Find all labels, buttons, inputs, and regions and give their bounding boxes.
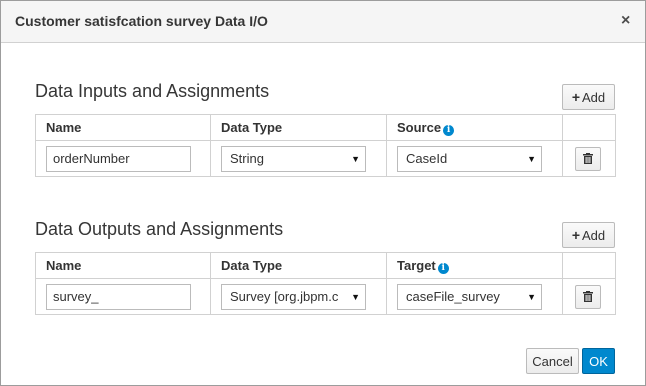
dialog-header: Customer satisfcation survey Data I/O × <box>1 1 645 43</box>
cancel-button[interactable]: Cancel <box>526 348 579 374</box>
outputs-section-title: Data Outputs and Assignments <box>35 219 284 239</box>
trash-icon <box>583 153 593 164</box>
close-icon[interactable]: × <box>621 12 630 30</box>
outputs-col-data-type: Data Type <box>210 252 387 279</box>
output-data-type-value: Survey [org.jbpm.c <box>230 288 339 304</box>
outputs-header-row: Name Data Type Target i <box>35 252 616 279</box>
output-target-value: caseFile_survey <box>406 288 500 304</box>
caret-down-icon: ▼ <box>524 146 536 171</box>
outputs-col-actions <box>562 252 616 279</box>
output-target-select[interactable]: caseFile_survey ▼ <box>397 283 542 310</box>
inputs-col-data-type: Data Type <box>210 114 387 141</box>
output-data-type-select[interactable]: Survey [org.jbpm.c ▼ <box>221 283 366 310</box>
input-source-value: CaseId <box>406 150 448 166</box>
inputs-col-actions <box>562 114 616 141</box>
add-input-label: Add <box>582 89 606 105</box>
inputs-section-title: Data Inputs and Assignments <box>35 81 270 101</box>
plus-icon: + <box>571 89 581 105</box>
info-icon[interactable]: i <box>437 262 449 274</box>
info-icon[interactable]: i <box>443 124 455 136</box>
inputs-header-row: Name Data Type Source i <box>35 114 616 141</box>
caret-down-icon: ▼ <box>524 284 536 309</box>
dialog-title: Customer satisfcation survey Data I/O <box>15 13 268 29</box>
input-data-type-select[interactable]: String ▼ <box>221 145 366 172</box>
delete-output-button[interactable] <box>575 284 601 309</box>
outputs-table: Name Data Type Targeti Survey [org.jbpm.… <box>35 252 616 315</box>
table-row: Survey [org.jbpm.c ▼ caseFile_survey ▼ <box>35 278 616 315</box>
data-io-dialog: Customer satisfcation survey Data I/O × … <box>0 0 646 386</box>
input-name-field[interactable] <box>46 145 191 172</box>
outputs-col-target: Target i <box>386 252 563 279</box>
inputs-col-name: Name <box>35 114 211 141</box>
output-name-field[interactable] <box>46 283 191 310</box>
trash-icon <box>583 291 593 302</box>
inputs-col-source: Source i <box>386 114 563 141</box>
caret-down-icon: ▼ <box>348 146 360 171</box>
caret-down-icon: ▼ <box>348 284 360 309</box>
input-source-select[interactable]: CaseId ▼ <box>397 145 542 172</box>
delete-input-button[interactable] <box>575 146 601 171</box>
table-row: String ▼ CaseId ▼ <box>35 140 616 177</box>
outputs-col-name: Name <box>35 252 211 279</box>
add-input-button[interactable]: + Add <box>562 84 615 110</box>
add-output-button[interactable]: + Add <box>562 222 615 248</box>
add-output-label: Add <box>582 227 606 243</box>
input-data-type-value: String <box>230 150 264 166</box>
inputs-table: Name Data Type Sourcei String ▼ CaseId <box>35 114 616 177</box>
ok-button[interactable]: OK <box>582 348 615 374</box>
plus-icon: + <box>571 227 581 243</box>
